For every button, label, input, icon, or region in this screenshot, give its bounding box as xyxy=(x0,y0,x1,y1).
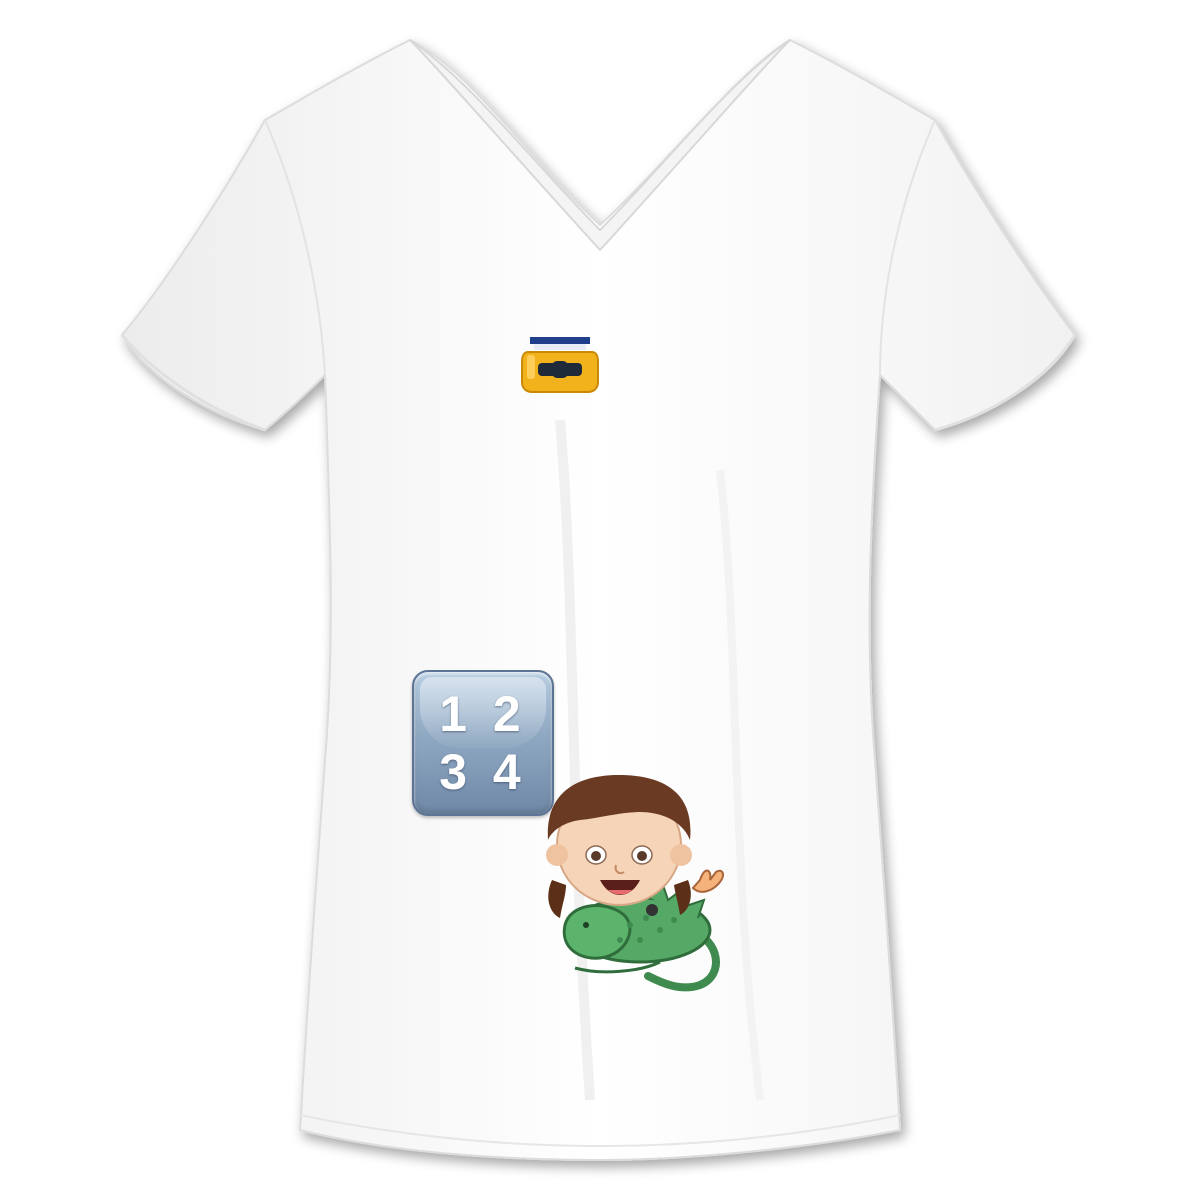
tshirt xyxy=(120,38,1077,1162)
input-numbers-icon: 1 2 3 4 xyxy=(412,670,554,816)
numbers-row-top: 1 2 xyxy=(439,686,527,742)
product-scene: 1 2 3 4 xyxy=(0,0,1200,1200)
shirt-body xyxy=(120,38,1077,1162)
numbers-row-bottom: 3 4 xyxy=(439,744,527,800)
